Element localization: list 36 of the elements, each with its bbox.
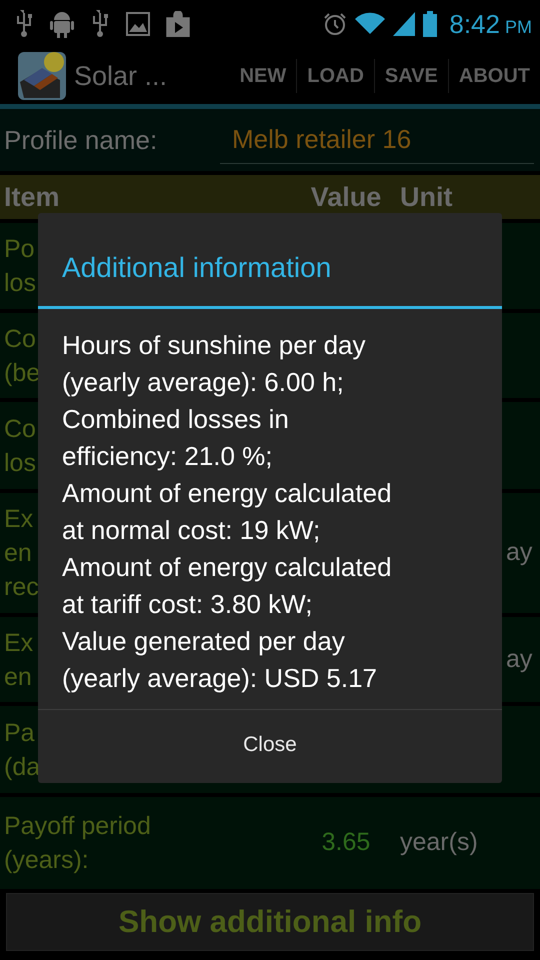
usb-icon (90, 10, 110, 38)
item-label: Co los (4, 414, 36, 476)
action-button[interactable]: ABOUT (448, 48, 540, 104)
item-label: Pa (da (4, 718, 40, 780)
alarm-clock-icon (323, 12, 348, 36)
item-label: Po los (4, 235, 36, 297)
usb-icon (14, 10, 34, 38)
column-header: Value (310, 180, 382, 214)
field-label: Profile name: (4, 124, 158, 156)
column-header: Unit (400, 180, 454, 214)
item-label: Ex en rec (4, 505, 39, 601)
dialog-message: Hours of sunshine per day (yearly average): 6.00 h; Combined losses in efficiency: 21.0 %; Amount of energy calculated at normal cost: 19 kW; Amount of energy calculated at tariff cost: 3.80 kW; Value generated per day (yearly average): USD 5.17 (61, 329, 393, 695)
play-store-icon (166, 11, 190, 37)
unit-text: ay (506, 644, 532, 673)
status-time: 8:42 PM (449, 8, 532, 40)
action-button[interactable]: SAVE (374, 48, 448, 104)
profile-name-field[interactable]: Melb retailer 16 (220, 116, 534, 164)
image-icon (126, 12, 150, 36)
show-info-button[interactable]: Show additional info (6, 893, 534, 951)
unit-text: year(s) (400, 828, 478, 856)
value-text: 3.65 (322, 828, 370, 856)
action-button[interactable]: NEW (230, 48, 296, 104)
close-button[interactable]: Close (38, 709, 502, 780)
dialog-title: Additional information (38, 213, 502, 309)
app-logo-icon (18, 52, 66, 100)
action-button[interactable]: LOAD (297, 48, 374, 104)
column-header: Item (4, 180, 61, 214)
signal-icon (393, 12, 416, 36)
item-label: Co (be (4, 324, 40, 386)
unit-text: ay (506, 538, 532, 566)
item-label: Payoff period (years): (4, 812, 151, 874)
battery-icon (423, 11, 438, 37)
item-label: Ex en (4, 628, 34, 690)
wifi-icon (355, 12, 386, 36)
app-title: Solar ... (74, 60, 168, 93)
android-icon (50, 10, 74, 38)
